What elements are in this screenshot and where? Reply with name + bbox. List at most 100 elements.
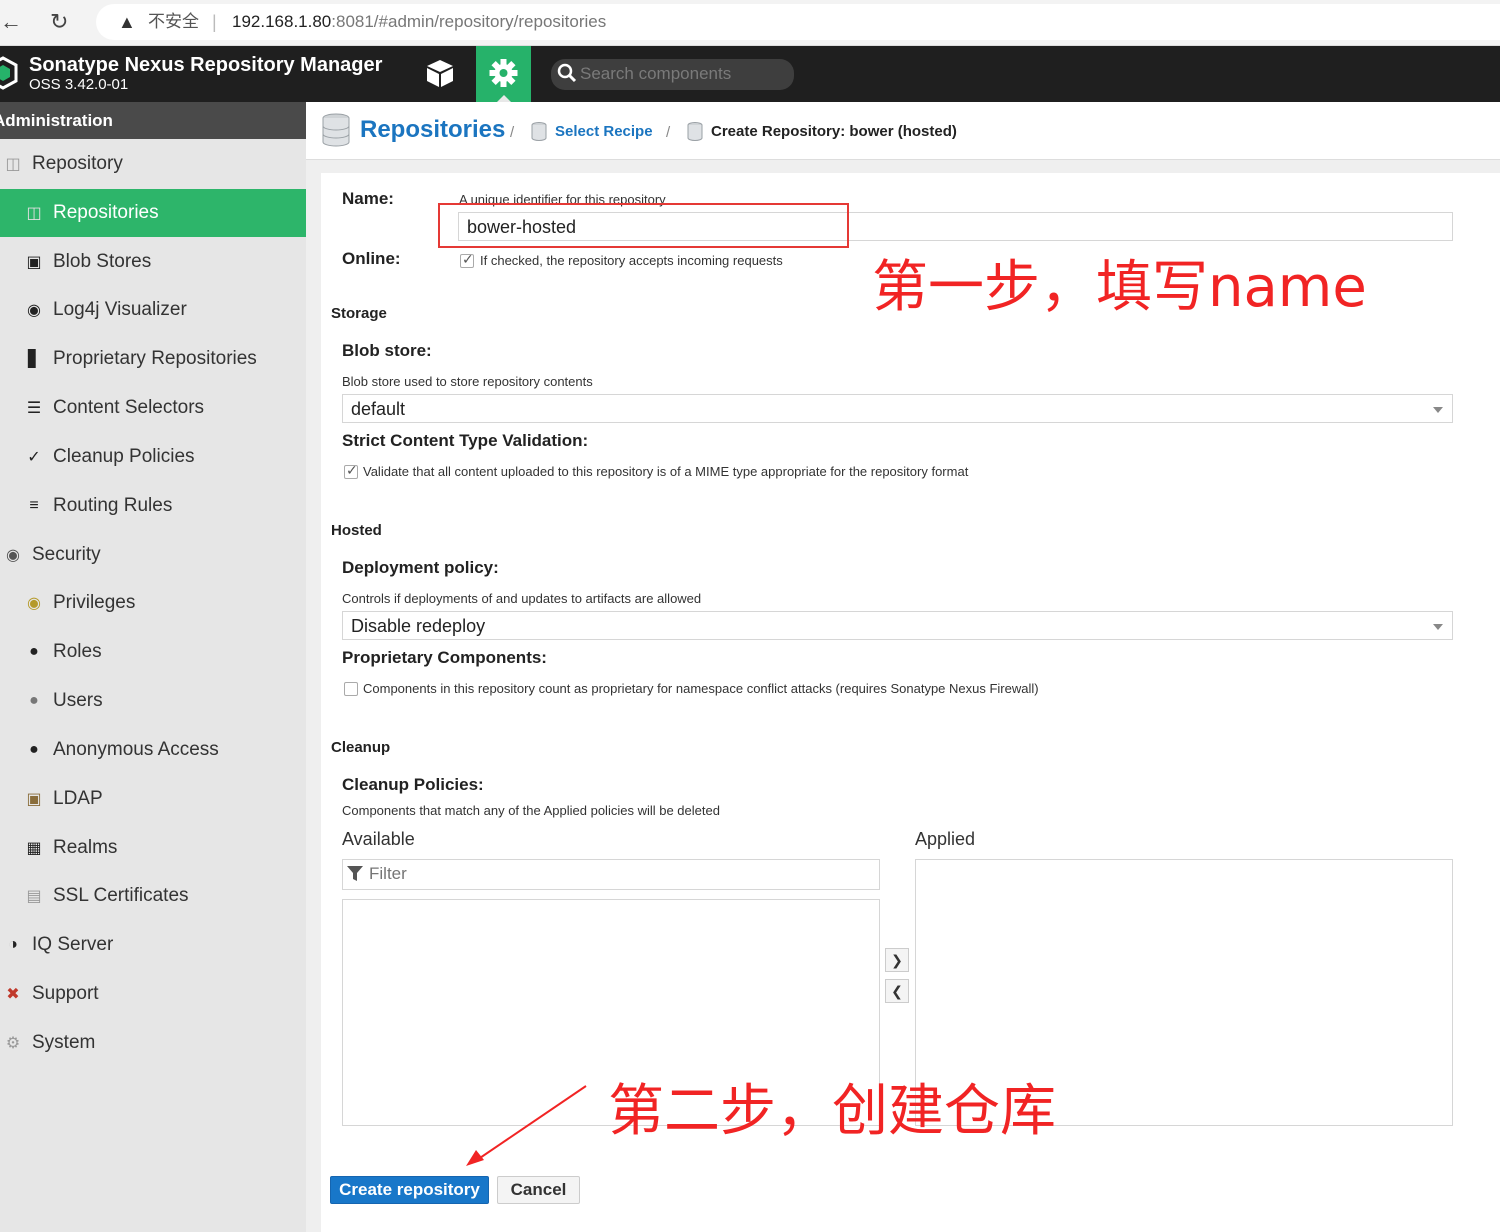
filter-input[interactable] bbox=[369, 862, 869, 886]
create-repository-button[interactable]: Create repository bbox=[330, 1176, 489, 1204]
chevron-left-icon: ❮ bbox=[891, 982, 903, 999]
app-title: Sonatype Nexus Repository Manager bbox=[29, 54, 383, 76]
insecure-label[interactable]: 不安全 bbox=[148, 8, 199, 36]
sidebar-item-ldap[interactable]: ▣ LDAP bbox=[0, 775, 329, 823]
sidebar-item-iq-server[interactable]: ◑ IQ Server bbox=[0, 921, 308, 969]
user-gear-icon: ● bbox=[29, 643, 39, 660]
shield-icon: ◑ bbox=[8, 936, 18, 953]
database-icon bbox=[322, 113, 350, 147]
filter-icon bbox=[347, 866, 363, 881]
add-policy-button[interactable]: ❯ bbox=[885, 948, 909, 972]
hosted-section-title: Hosted bbox=[331, 522, 382, 539]
sidebar-item-content-selectors[interactable]: ☰ Content Selectors bbox=[0, 384, 329, 432]
sidebar-item-repository[interactable]: ◫ Repository bbox=[0, 140, 308, 188]
sidebar-item-label: Proprietary Repositories bbox=[53, 348, 257, 369]
cancel-button[interactable]: Cancel bbox=[497, 1176, 580, 1204]
broom-icon: ✓ bbox=[27, 449, 41, 466]
applied-label: Applied bbox=[915, 829, 976, 849]
sidebar-item-label: Security bbox=[32, 544, 101, 565]
sidebar-item-label: SSL Certificates bbox=[53, 885, 189, 906]
sidebar-item-system[interactable]: ⚙ System bbox=[0, 1019, 308, 1067]
sidebar-item-label: Repositories bbox=[53, 202, 159, 223]
badge-icon: ◉ bbox=[27, 595, 41, 612]
strict-validation-label: Strict Content Type Validation: bbox=[342, 431, 589, 450]
hdd-icon: ▣ bbox=[26, 254, 42, 271]
url-text[interactable]: 192.168.1.80:8081/#admin/repository/repo… bbox=[232, 8, 606, 36]
eye-icon: ◉ bbox=[6, 547, 20, 564]
online-help: If checked, the repository accepts incom… bbox=[480, 253, 783, 268]
lifebuoy-icon: ✖ bbox=[6, 986, 20, 1003]
deployment-policy-select[interactable]: Disable redeploy bbox=[342, 611, 1453, 640]
signpost-icon: ≡ bbox=[29, 497, 39, 514]
strict-validation-checkbox[interactable] bbox=[344, 462, 358, 479]
sidebar-item-support[interactable]: ✖ Support bbox=[0, 970, 308, 1018]
cube-icon bbox=[427, 60, 453, 87]
browse-mode-button[interactable] bbox=[412, 46, 468, 102]
proprietary-components-checkbox[interactable] bbox=[344, 682, 358, 696]
admin-mode-button[interactable] bbox=[476, 46, 531, 102]
sidebar-item-realms[interactable]: ▦ Realms bbox=[0, 824, 329, 872]
annotation-step2: 第二步，创建仓库 bbox=[608, 1079, 1056, 1144]
sidebar-item-label: Users bbox=[53, 690, 103, 711]
strict-validation-help: Validate that all content uploaded to th… bbox=[363, 464, 969, 479]
available-label: Available bbox=[342, 829, 415, 849]
proprietary-components-label: Proprietary Components: bbox=[342, 648, 547, 667]
sidebar-item-label: Support bbox=[32, 983, 99, 1004]
sidebar-item-users[interactable]: ● Users bbox=[0, 677, 329, 725]
sidebar-item-label: Privileges bbox=[53, 592, 136, 613]
gear-icon bbox=[489, 59, 518, 87]
reload-icon[interactable]: ↻ bbox=[50, 8, 68, 36]
annotation-highlight-box bbox=[438, 203, 849, 248]
proprietary-components-help: Components in this repository count as p… bbox=[363, 681, 1039, 696]
url-host: 192.168.1.80 bbox=[232, 12, 332, 31]
blob-store-help: Blob store used to store repository cont… bbox=[342, 374, 593, 389]
gear-icon: ⚙ bbox=[5, 1035, 21, 1052]
chevron-down-icon bbox=[1433, 407, 1443, 413]
nexus-logo-icon bbox=[0, 56, 18, 90]
sidebar-item-label: Log4j Visualizer bbox=[53, 299, 187, 320]
sidebar-item-label: Repository bbox=[32, 153, 123, 174]
storage-section-title: Storage bbox=[331, 305, 387, 322]
sidebar-title: Administration bbox=[0, 102, 306, 139]
sidebar-item-blob-stores[interactable]: ▣ Blob Stores bbox=[0, 238, 329, 286]
chevron-down-icon bbox=[1433, 624, 1443, 630]
url-path: :8081/#admin/repository/repositories bbox=[331, 12, 607, 31]
cleanup-policies-help: Components that match any of the Applied… bbox=[342, 803, 720, 818]
search-icon bbox=[557, 63, 577, 83]
sidebar-item-security[interactable]: ◉ Security bbox=[0, 531, 308, 579]
blob-store-label: Blob store: bbox=[342, 341, 432, 360]
sidebar-item-repositories[interactable]: ◫ Repositories bbox=[0, 189, 329, 237]
cleanup-section-title: Cleanup bbox=[331, 739, 391, 756]
online-label: Online: bbox=[342, 249, 401, 268]
sidebar-item-log4j-visualizer[interactable]: ◉ Log4j Visualizer bbox=[0, 286, 329, 334]
certificate-icon: ▤ bbox=[26, 888, 42, 905]
building-icon: ▦ bbox=[26, 840, 42, 857]
sidebar-item-routing-rules[interactable]: ≡ Routing Rules bbox=[0, 482, 329, 530]
back-arrow-icon[interactable]: ← bbox=[0, 8, 22, 36]
layers-icon: ☰ bbox=[26, 400, 42, 417]
online-checkbox[interactable] bbox=[460, 251, 474, 268]
sidebar-item-roles[interactable]: ● Roles bbox=[0, 628, 329, 676]
sidebar-item-anonymous-access[interactable]: ● Anonymous Access bbox=[0, 726, 329, 774]
breadcrumb-select-recipe[interactable]: Select Recipe bbox=[555, 123, 653, 141]
annotation-arrow-icon bbox=[466, 1085, 587, 1166]
warning-icon: ▲ bbox=[118, 12, 136, 32]
breadcrumb-separator: / bbox=[510, 124, 515, 141]
sidebar-item-ssl-certificates[interactable]: ▤ SSL Certificates bbox=[0, 872, 329, 920]
sidebar-item-label: Cleanup Policies bbox=[53, 446, 195, 467]
sidebar-item-label: System bbox=[32, 1032, 96, 1053]
search-input[interactable] bbox=[580, 61, 785, 87]
sidebar-item-proprietary-repositories[interactable]: ▋ Proprietary Repositories bbox=[0, 335, 329, 383]
sidebar-item-privileges[interactable]: ◉ Privileges bbox=[0, 579, 329, 627]
remove-policy-button[interactable]: ❮ bbox=[885, 979, 909, 1003]
breadcrumb-repositories[interactable]: Repositories bbox=[360, 116, 505, 144]
sidebar-item-label: Roles bbox=[53, 641, 102, 662]
sidebar-item-label: LDAP bbox=[53, 788, 103, 809]
sidebar-item-label: IQ Server bbox=[32, 934, 114, 955]
sidebar-item-cleanup-policies[interactable]: ✓ Cleanup Policies bbox=[0, 433, 329, 481]
app-version: OSS 3.42.0-01 bbox=[29, 76, 129, 93]
book-icon: ▣ bbox=[26, 791, 42, 808]
deployment-policy-label: Deployment policy: bbox=[342, 558, 499, 577]
blob-store-select[interactable]: default bbox=[342, 394, 1453, 423]
name-label: Name: bbox=[342, 189, 394, 208]
